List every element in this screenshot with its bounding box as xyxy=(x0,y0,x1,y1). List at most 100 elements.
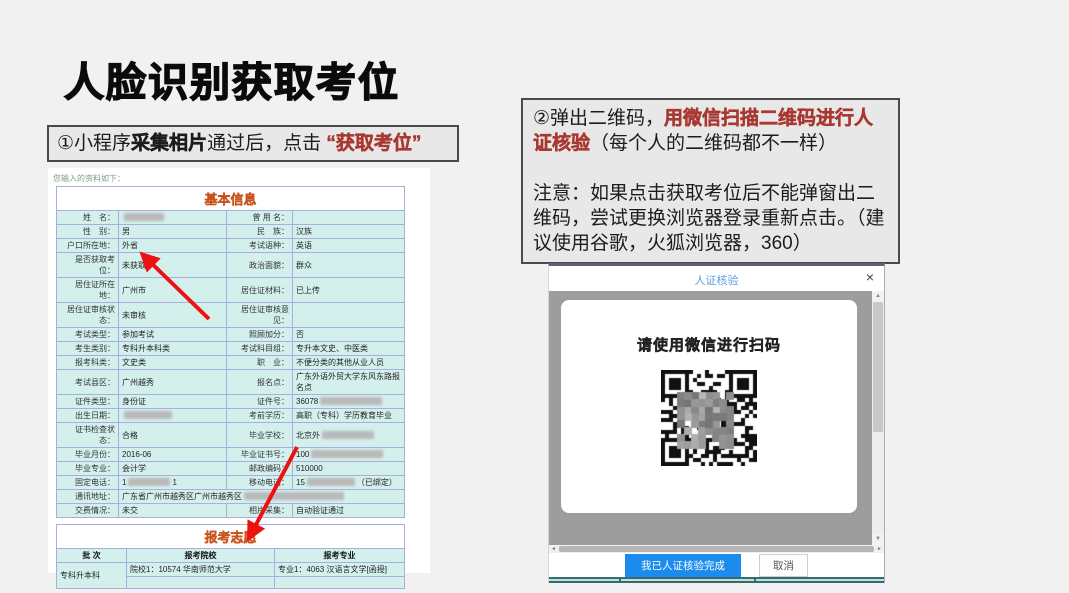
table-row: 户口所在地：外省考试语种：英语 xyxy=(57,239,405,253)
step1-emphasis: 采集相片 xyxy=(131,133,207,154)
field-value: 合格 xyxy=(119,423,227,448)
step2-note: 注意：如果点击获取考位后不能弹窗出二维码，尝试更换浏览器登录重新点击。（建议使用… xyxy=(533,181,888,256)
field-label: 是否获取考位： xyxy=(57,253,119,278)
section-title-row: 基本信息 xyxy=(57,187,405,211)
field-value: 510000 xyxy=(293,462,405,476)
redacted-value xyxy=(124,411,172,419)
qr-code xyxy=(661,370,757,466)
field-label: 毕业专业： xyxy=(57,462,119,476)
close-icon[interactable]: × xyxy=(866,270,874,284)
field-label: 交费情况： xyxy=(57,504,119,518)
scroll-right-icon[interactable]: ► xyxy=(875,546,884,552)
horizontal-scrollbar[interactable]: ◄ ► xyxy=(549,545,884,553)
field-label: 考前学历： xyxy=(227,409,293,423)
field-label: 出生日期： xyxy=(57,409,119,423)
field-value: 广州市 xyxy=(119,278,227,303)
column-header: 批 次 xyxy=(57,549,127,563)
field-label: 居住证所在地： xyxy=(57,278,119,303)
vertical-scroll-thumb[interactable] xyxy=(873,302,883,432)
cancel-button[interactable]: 取消 xyxy=(759,554,808,577)
table-row: 通讯地址：广东省广州市越秀区广州市越秀区 xyxy=(57,490,405,504)
field-value: 广州越秀 xyxy=(119,370,227,395)
field-value xyxy=(293,303,405,328)
field-value xyxy=(119,211,227,225)
table-row: 毕业月份：2016-06毕业证书号：100 xyxy=(57,448,405,462)
field-label: 证件类型： xyxy=(57,395,119,409)
field-label: 相片采集： xyxy=(227,504,293,518)
field-label: 姓 名： xyxy=(57,211,119,225)
field-value: 100 xyxy=(293,448,405,462)
basic-info-body: 基本信息 姓 名：曾 用 名：性 别：男民 族：汉族户口所在地：外省考试语种：英… xyxy=(57,187,405,518)
field-label: 通讯地址： xyxy=(57,490,119,504)
scan-hint-text: 请使用微信进行扫码 xyxy=(561,334,857,355)
dialog-titlebar: 人证核验 × xyxy=(549,266,884,291)
field-value xyxy=(119,409,227,423)
slide: 人脸识别获取考位 ①小程序采集相片通过后，点击 “获取考位” ②弹出二维码，用微… xyxy=(0,0,1069,593)
field-value: 高职（专科）学历教育毕业 xyxy=(293,409,405,423)
horizontal-scroll-thumb[interactable] xyxy=(559,546,874,552)
preferences-table: 报考志愿 批 次报考院校报考专业专科升本科院校1：10574 华南师范大学专业1… xyxy=(56,524,405,589)
field-value: 未交 xyxy=(119,504,227,518)
field-value: 男 xyxy=(119,225,227,239)
redacted-value xyxy=(128,478,170,486)
field-label: 居住证审核状态： xyxy=(57,303,119,328)
table-row: 姓 名： 曾 用 名： xyxy=(57,211,405,225)
field-label: 考试类型： xyxy=(57,328,119,342)
field-label: 毕业学校： xyxy=(227,423,293,448)
field-value: 专科升本科类 xyxy=(119,342,227,356)
page-title: 人脸识别获取考位 xyxy=(64,50,400,108)
field-label: 考试语种： xyxy=(227,239,293,253)
scroll-left-icon[interactable]: ◄ xyxy=(549,546,558,552)
field-label: 证件号： xyxy=(227,395,293,409)
field-label: 毕业证书号： xyxy=(227,448,293,462)
redacted-value xyxy=(311,450,383,458)
field-value: 北京外 xyxy=(293,423,405,448)
step2-prefix: ②弹出二维码， xyxy=(533,108,664,129)
field-label: 邮政编码： xyxy=(227,462,293,476)
redacted-value xyxy=(124,213,164,221)
table-row: 证书检查状态：合格毕业学校：北京外 xyxy=(57,423,405,448)
field-label: 移动电话： xyxy=(227,476,293,490)
section-title-row: 报考志愿 xyxy=(57,525,405,549)
preference-row: 专科升本科院校1：10574 华南师范大学专业1：4063 汉语言文学[函授] xyxy=(57,563,405,577)
field-value: 未获取 xyxy=(119,253,227,278)
table-row: 固定电话：11移动电话：15（已绑定） xyxy=(57,476,405,490)
batch-value: 专科升本科 xyxy=(57,563,127,589)
dialog-content-area: 请使用微信进行扫码 ▲ ▼ xyxy=(549,291,884,545)
field-value: 11 xyxy=(119,476,227,490)
field-label: 曾 用 名： xyxy=(227,211,293,225)
scroll-down-icon[interactable]: ▼ xyxy=(872,534,884,545)
field-value: 自动验证通过 xyxy=(293,504,405,518)
field-label: 性 别： xyxy=(57,225,119,239)
field-value: 群众 xyxy=(293,253,405,278)
school-value: 院校1：10574 华南师范大学 xyxy=(127,563,275,577)
scroll-up-icon[interactable]: ▲ xyxy=(872,291,884,302)
field-value: 36078 xyxy=(293,395,405,409)
verification-complete-button[interactable]: 我已人证核验完成 xyxy=(625,554,741,577)
step1-instruction: ①小程序采集相片通过后，点击 “获取考位” xyxy=(47,125,459,162)
basic-info-table: 基本信息 姓 名：曾 用 名：性 别：男民 族：汉族户口所在地：外省考试语种：英… xyxy=(56,186,405,518)
table-row: 考试类型：参加考试照顾加分：否 xyxy=(57,328,405,342)
table-row: 毕业专业：会计学邮政编码：510000 xyxy=(57,462,405,476)
redacted-value xyxy=(322,431,374,439)
field-value: 2016-06 xyxy=(119,448,227,462)
major-value: 专业1：4063 汉语言文学[函授] xyxy=(275,563,405,577)
table-row: 出生日期： 考前学历：高职（专科）学历教育毕业 xyxy=(57,409,405,423)
field-value: 文史类 xyxy=(119,356,227,370)
table-row: 居住证所在地：广州市居住证材料：已上传 xyxy=(57,278,405,303)
field-label: 政治面貌： xyxy=(227,253,293,278)
preferences-header-row: 批 次报考院校报考专业 xyxy=(57,549,405,563)
vertical-scrollbar[interactable]: ▲ ▼ xyxy=(872,291,884,545)
background-table-sliver xyxy=(549,577,884,583)
redacted-value xyxy=(307,478,355,486)
table-row: 报考科类：文史类职 业：不便分类的其他从业人员 xyxy=(57,356,405,370)
field-value: 会计学 xyxy=(119,462,227,476)
column-header: 报考院校 xyxy=(127,549,275,563)
form-intro-text: 您输入的资料如下： xyxy=(48,168,430,186)
redacted-value xyxy=(244,492,344,500)
empty-cell xyxy=(127,577,275,589)
field-value: 身份证 xyxy=(119,395,227,409)
field-value: 15（已绑定） xyxy=(293,476,405,490)
field-value: 专升本文史、中医类 xyxy=(293,342,405,356)
redacted-value xyxy=(320,397,382,405)
